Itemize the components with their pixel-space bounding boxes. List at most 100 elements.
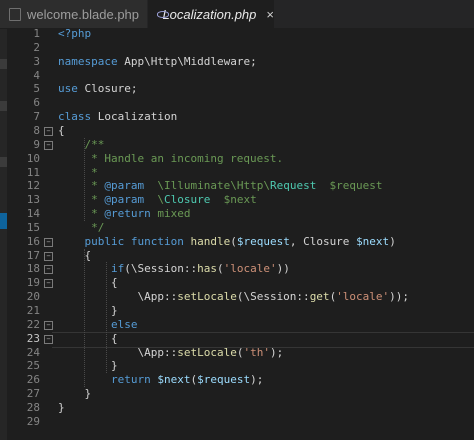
code-line: } [58, 359, 118, 373]
line-number: 5 [33, 82, 40, 96]
fold-toggle-icon[interactable]: − [44, 334, 53, 344]
code-token: ) [389, 234, 396, 248]
code-line: \App::setLocale(\Session::get('locale'))… [58, 290, 409, 304]
code-token: , Closure [289, 234, 357, 248]
code-token: mixed [150, 207, 191, 221]
code-line: { [58, 276, 118, 290]
code-token: \Illuminate\Http\ [144, 179, 270, 193]
fold-toggle-icon[interactable]: − [44, 140, 53, 150]
line-number: 20 [26, 290, 40, 304]
code-token: function [130, 234, 191, 248]
code-token: public [58, 234, 131, 248]
line-number: 13 [26, 193, 40, 207]
tab-label: welcome.blade.php [27, 6, 140, 22]
selection-mark [0, 213, 7, 229]
line-number: 26 [26, 373, 40, 387]
code-token: has [197, 262, 217, 276]
code-token: \App:: [58, 345, 178, 359]
line-number: 25 [26, 359, 40, 373]
code-token: \App:: [58, 290, 178, 304]
code-token: * [58, 179, 105, 193]
code-token: Closure [163, 193, 211, 207]
line-number: 24 [26, 345, 40, 359]
code-line: { [58, 124, 65, 138]
line-number: 10 [26, 151, 40, 165]
line-number: 15 [26, 220, 40, 234]
code-token: (\Session:: [124, 262, 198, 276]
scroll-mark [0, 59, 7, 69]
code-token: 'th' [243, 345, 270, 359]
code-token: )) [276, 262, 290, 276]
code-token: /** [58, 137, 105, 151]
code-token: setLocale [177, 345, 237, 359]
code-token: $request [236, 234, 290, 248]
line-number: 4 [33, 68, 40, 82]
code-token: @param [104, 193, 145, 207]
line-number: 16 [26, 234, 40, 248]
code-token: $request [197, 373, 251, 387]
code-line: * @return mixed [58, 207, 190, 221]
fold-toggle-icon[interactable]: − [44, 320, 53, 330]
code-line: class Localization [58, 110, 177, 124]
code-token: @param [104, 179, 145, 193]
activity-strip [0, 29, 7, 440]
line-number: 21 [26, 304, 40, 317]
code-line: * Handle an incoming request. [58, 152, 283, 166]
code-token: Closure; [84, 82, 138, 96]
code-line: * @param \Illuminate\Http\Request $reque… [58, 179, 382, 193]
code-token: ); [250, 373, 264, 387]
php-file-icon [156, 7, 175, 21]
code-token: 'locale' [336, 290, 390, 304]
code-line: * [58, 166, 98, 180]
line-number: 12 [26, 179, 40, 193]
code-token: return [58, 373, 158, 387]
code-line: \App::setLocale('th'); [58, 346, 283, 360]
code-token: else [58, 317, 138, 331]
fold-toggle-icon[interactable]: − [44, 251, 53, 261]
code-token: Localization [97, 110, 178, 124]
fold-toggle-icon[interactable]: − [44, 237, 53, 247]
code-line: return $next($request); [58, 373, 263, 387]
line-number: 14 [26, 207, 40, 221]
code-token: { [58, 331, 118, 345]
code-line: } [58, 304, 118, 318]
code-token: } [58, 304, 118, 317]
code-token: * [58, 193, 105, 207]
code-line: } [58, 401, 65, 415]
tab-welcome-blade[interactable]: welcome.blade.php [0, 0, 147, 28]
code-line: <?php [58, 27, 91, 41]
line-number: 17 [26, 248, 40, 262]
code-token: if [58, 262, 125, 276]
code-token: $next [210, 193, 257, 207]
fold-toggle-icon[interactable]: − [44, 265, 53, 275]
code-token: ( [216, 262, 224, 276]
fold-toggle-icon[interactable]: − [44, 279, 53, 289]
code-token: use [58, 82, 85, 96]
code-token: */ [58, 220, 105, 234]
code-token: { [58, 248, 92, 262]
line-number: 18 [26, 262, 40, 276]
line-number: 11 [26, 165, 40, 179]
code-token: * [58, 207, 105, 221]
code-token: @return [104, 207, 151, 221]
code-token: get [309, 290, 330, 304]
code-line: */ [58, 221, 104, 235]
close-icon[interactable]: × [266, 7, 274, 22]
code-line: * @param \Closure $next [58, 193, 257, 207]
line-number: 28 [26, 400, 40, 414]
line-number: 2 [33, 40, 40, 54]
code-line: public function handle($request, Closure… [58, 234, 396, 249]
tab-localization[interactable]: Localization.php × [148, 0, 274, 28]
line-number: 19 [26, 276, 40, 290]
code-token: setLocale [177, 290, 237, 304]
code-token: handle [190, 234, 231, 248]
code-token: App\Http\Middleware; [124, 54, 257, 68]
code-line: else [58, 317, 138, 332]
line-number: 9 [33, 137, 40, 151]
line-number: 8 [33, 123, 40, 137]
code-token: (\Session:: [236, 290, 310, 304]
code-token: { [58, 123, 65, 137]
fold-toggle-icon[interactable]: − [44, 126, 53, 136]
code-line: use Closure; [58, 82, 137, 96]
file-icon [8, 7, 22, 21]
